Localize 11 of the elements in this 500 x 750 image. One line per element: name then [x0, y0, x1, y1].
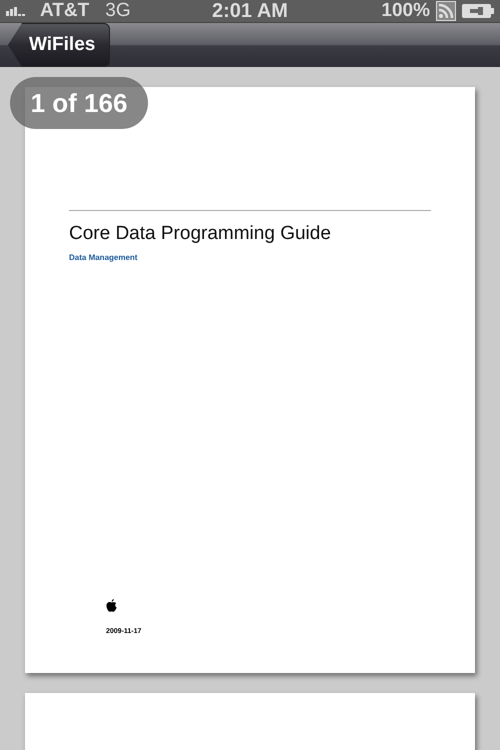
logo-icon [106, 599, 117, 612]
carrier-label: AT&T [40, 0, 90, 22]
network-label: 3G [105, 0, 131, 22]
battery-label: 100% [381, 0, 430, 22]
page-counter: 1 of 166 [10, 77, 148, 129]
document-title: Core Data Programming Guide [69, 223, 332, 245]
time-label: 2:01 AM [212, 0, 288, 22]
back-button[interactable]: WiFiles [8, 23, 110, 67]
battery-charging-icon [462, 4, 494, 18]
document-subtitle: Data Management [69, 253, 138, 262]
feed-icon [436, 1, 456, 21]
